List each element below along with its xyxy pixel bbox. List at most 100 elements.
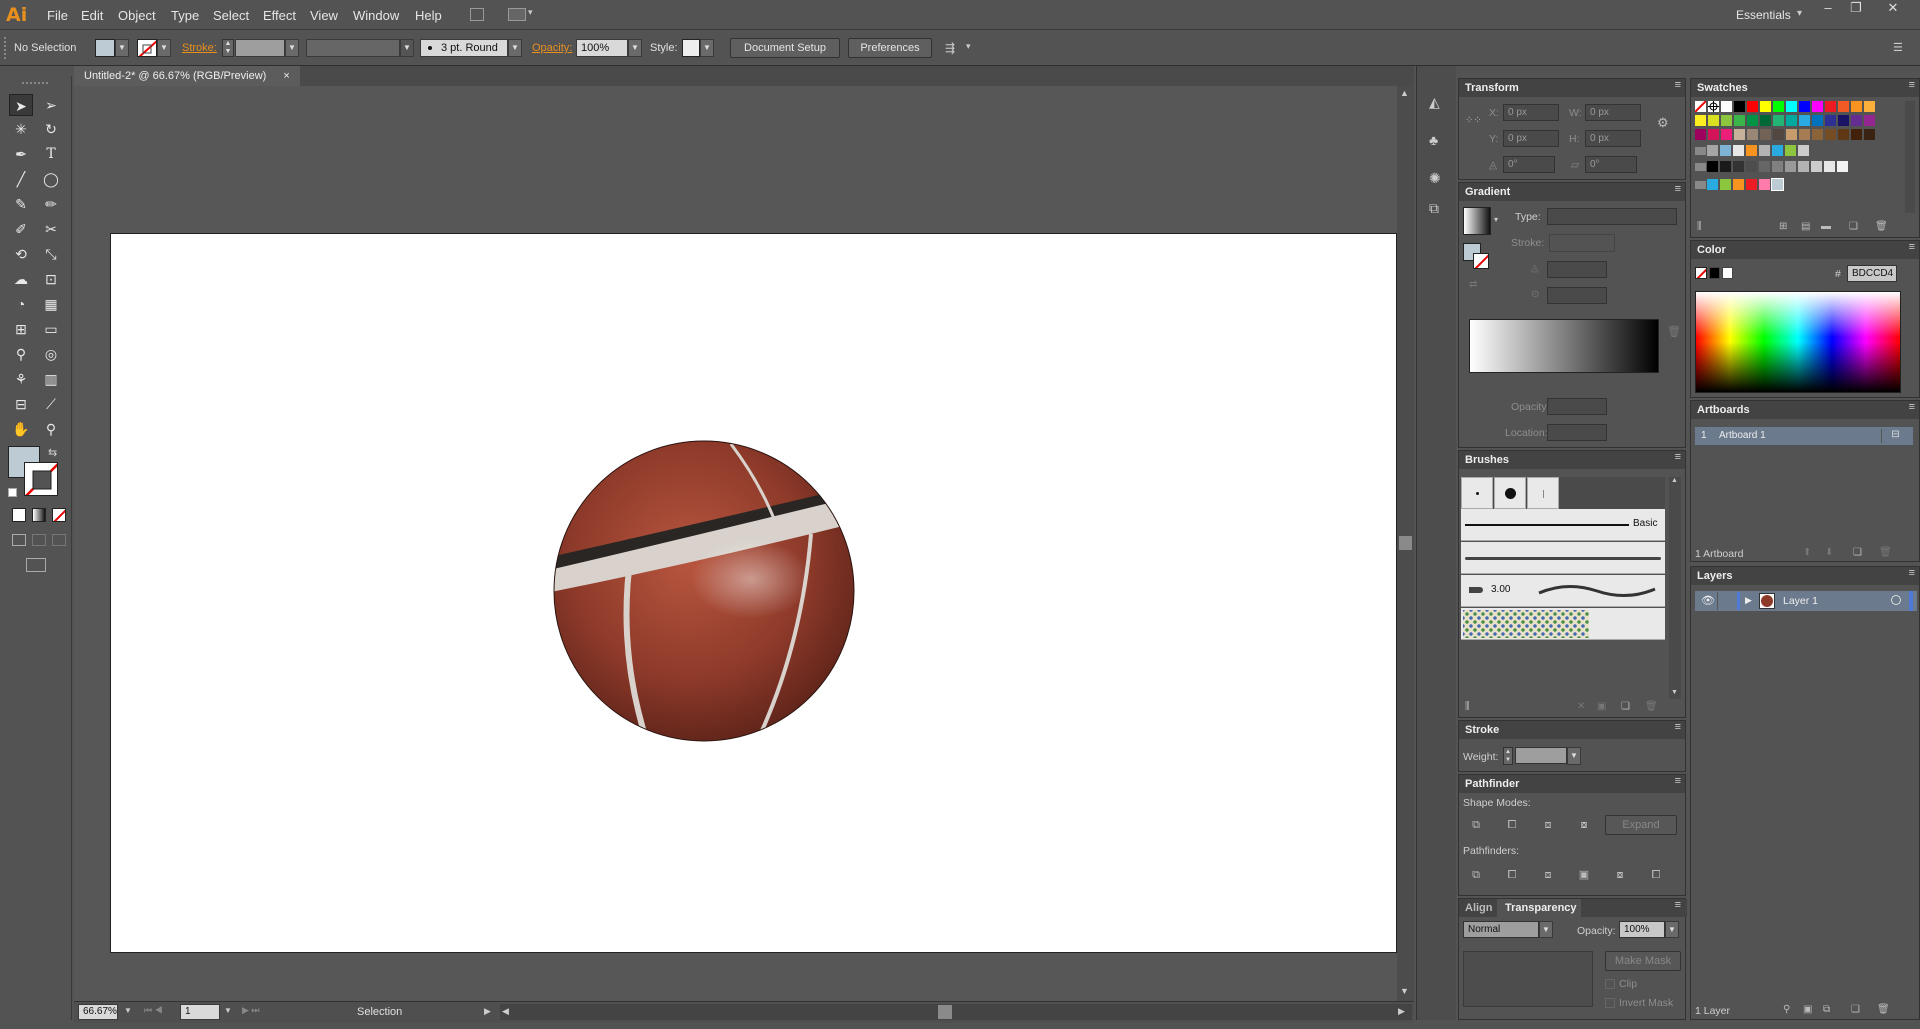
- pen-tool-icon[interactable]: ✒: [9, 143, 33, 165]
- target-icon[interactable]: [1891, 595, 1901, 605]
- line-segment-tool-icon[interactable]: ╱: [9, 168, 33, 190]
- swatch[interactable]: [1812, 115, 1823, 126]
- merge-icon[interactable]: ⧈: [1539, 867, 1557, 883]
- show-swatch-kinds-icon[interactable]: ⊞: [1779, 221, 1787, 232]
- chevron-down-icon[interactable]: ▼: [285, 39, 299, 57]
- gradient-angle-input[interactable]: [1547, 261, 1607, 278]
- draw-normal-icon[interactable]: [12, 534, 26, 546]
- swatch[interactable]: [1786, 129, 1797, 140]
- graphic-style-swatch[interactable]: [682, 39, 700, 57]
- swatch[interactable]: [1747, 129, 1758, 140]
- panel-menu-icon[interactable]: ≡: [1675, 899, 1681, 911]
- chevron-down-icon[interactable]: ▼: [400, 39, 414, 57]
- scroll-left-icon[interactable]: ◀: [502, 1006, 509, 1017]
- free-transform-tool-icon[interactable]: ⊡: [39, 268, 63, 290]
- bridge-icon[interactable]: [470, 8, 484, 21]
- menu-effect[interactable]: Effect: [263, 8, 296, 23]
- type-tool-icon[interactable]: T: [39, 143, 63, 165]
- stroke-color-box[interactable]: [24, 462, 58, 496]
- first-artboard-icon[interactable]: ⏮ ◀: [144, 1005, 163, 1016]
- swatch[interactable]: [1851, 115, 1862, 126]
- direct-selection-tool-icon[interactable]: ➢: [39, 94, 63, 116]
- locate-object-icon[interactable]: ⚲: [1783, 1004, 1790, 1015]
- mask-thumbnail[interactable]: [1463, 951, 1593, 1007]
- vertical-scroll-thumb[interactable]: [1399, 536, 1412, 550]
- blob-brush-tool-icon[interactable]: ✐: [9, 218, 33, 240]
- stroke-gradient-options[interactable]: [1549, 234, 1615, 252]
- chevron-down-icon[interactable]: ▼: [628, 39, 642, 57]
- chevron-down-icon[interactable]: ▼: [508, 39, 522, 57]
- stroke-weight-stepper[interactable]: ▲ ▼: [222, 39, 234, 57]
- brushes-panel-title[interactable]: Brushes: [1459, 451, 1685, 469]
- y-input[interactable]: 0 px: [1503, 130, 1559, 147]
- swatches-panel-title[interactable]: Swatches: [1691, 79, 1919, 97]
- last-artboard-icon[interactable]: ▶ ⏭: [242, 1005, 260, 1016]
- brush-hairline[interactable]: [1527, 477, 1559, 509]
- new-sublayer-icon[interactable]: ⧉: [1823, 1004, 1830, 1015]
- swatch[interactable]: [1733, 145, 1744, 156]
- swatch[interactable]: [1720, 179, 1731, 190]
- brush-charcoal[interactable]: [1461, 542, 1665, 574]
- chevron-down-icon[interactable]: ▾: [1494, 215, 1498, 224]
- delete-layer-icon[interactable]: 🗑: [1877, 1004, 1890, 1015]
- swatch[interactable]: [1760, 129, 1771, 140]
- outline-icon[interactable]: ⧇: [1611, 867, 1629, 883]
- zoom-level-input[interactable]: 66.67%: [78, 1004, 118, 1020]
- menu-edit[interactable]: Edit: [81, 8, 103, 23]
- layer-row[interactable]: 👁 ▶ Layer 1: [1695, 591, 1917, 611]
- swatch[interactable]: [1708, 115, 1719, 126]
- swatch[interactable]: [1734, 129, 1745, 140]
- artboard-tool-icon[interactable]: ⊟: [9, 393, 33, 415]
- opacity-input[interactable]: 100%: [576, 39, 628, 57]
- navigator-icon[interactable]: ◭: [1429, 94, 1440, 111]
- swatch[interactable]: [1771, 178, 1784, 191]
- swatch[interactable]: [1799, 101, 1810, 112]
- workspace-switcher[interactable]: Essentials: [1736, 8, 1791, 22]
- column-graph-tool-icon[interactable]: ▥: [39, 368, 63, 390]
- swatch[interactable]: [1746, 179, 1757, 190]
- scale-tool-icon[interactable]: ⤡: [39, 243, 63, 265]
- gradient-panel-title[interactable]: Gradient: [1459, 183, 1685, 201]
- swatch[interactable]: [1812, 129, 1823, 140]
- gradient-stroke-swatch[interactable]: [1473, 253, 1489, 269]
- expand-button[interactable]: Expand: [1605, 815, 1677, 835]
- swatch[interactable]: [1707, 179, 1718, 190]
- swatch[interactable]: [1721, 129, 1732, 140]
- constrain-proportions-icon[interactable]: ⚙: [1657, 115, 1669, 131]
- swatches-scrollbar[interactable]: [1905, 101, 1915, 213]
- zoom-tool-icon[interactable]: ⚲: [39, 418, 63, 440]
- chevron-down-icon[interactable]: ▾: [1797, 8, 1802, 19]
- blend-tool-icon[interactable]: ◎: [39, 343, 63, 365]
- swatch[interactable]: [1734, 101, 1745, 112]
- move-down-icon[interactable]: ⬇: [1825, 547, 1833, 558]
- chevron-down-icon[interactable]: ▼: [1567, 747, 1581, 765]
- delete-brush-icon[interactable]: 🗑: [1645, 701, 1658, 712]
- swatch[interactable]: [1720, 161, 1731, 172]
- unite-icon[interactable]: ⧉: [1467, 817, 1485, 833]
- shear-input[interactable]: 0°: [1585, 156, 1637, 173]
- chevron-down-icon[interactable]: ▼: [157, 39, 171, 57]
- swatch[interactable]: [1707, 145, 1718, 156]
- gradient-aspect-input[interactable]: [1547, 287, 1607, 304]
- swatch[interactable]: [1746, 161, 1757, 172]
- swatch[interactable]: [1838, 101, 1849, 112]
- scroll-right-icon[interactable]: ▶: [1398, 1006, 1405, 1017]
- layers-panel-title[interactable]: Layers: [1691, 567, 1919, 585]
- swatch[interactable]: [1825, 115, 1836, 126]
- menu-window[interactable]: Window: [353, 8, 399, 23]
- swatch[interactable]: [1838, 129, 1849, 140]
- gradient-slider[interactable]: [1469, 319, 1659, 373]
- panel-menu-icon[interactable]: ≡: [1909, 567, 1915, 579]
- paintbrush-tool-icon[interactable]: ✎: [9, 193, 33, 215]
- symbols-icon[interactable]: ♣: [1429, 132, 1438, 148]
- brushes-scrollbar[interactable]: ▲ ▼: [1669, 477, 1681, 699]
- swatch[interactable]: [1864, 101, 1875, 112]
- h-input[interactable]: 0 px: [1585, 130, 1641, 147]
- stroke-weight-input[interactable]: [235, 39, 285, 57]
- panel-menu-icon[interactable]: ≡: [1675, 775, 1681, 787]
- crop-icon[interactable]: ▣: [1575, 867, 1593, 883]
- scissors-tool-icon[interactable]: ✂: [39, 218, 63, 240]
- stroke-weight-stepper[interactable]: ▲ ▼: [1503, 747, 1513, 765]
- swatch[interactable]: [1720, 145, 1731, 156]
- menu-select[interactable]: Select: [213, 8, 249, 23]
